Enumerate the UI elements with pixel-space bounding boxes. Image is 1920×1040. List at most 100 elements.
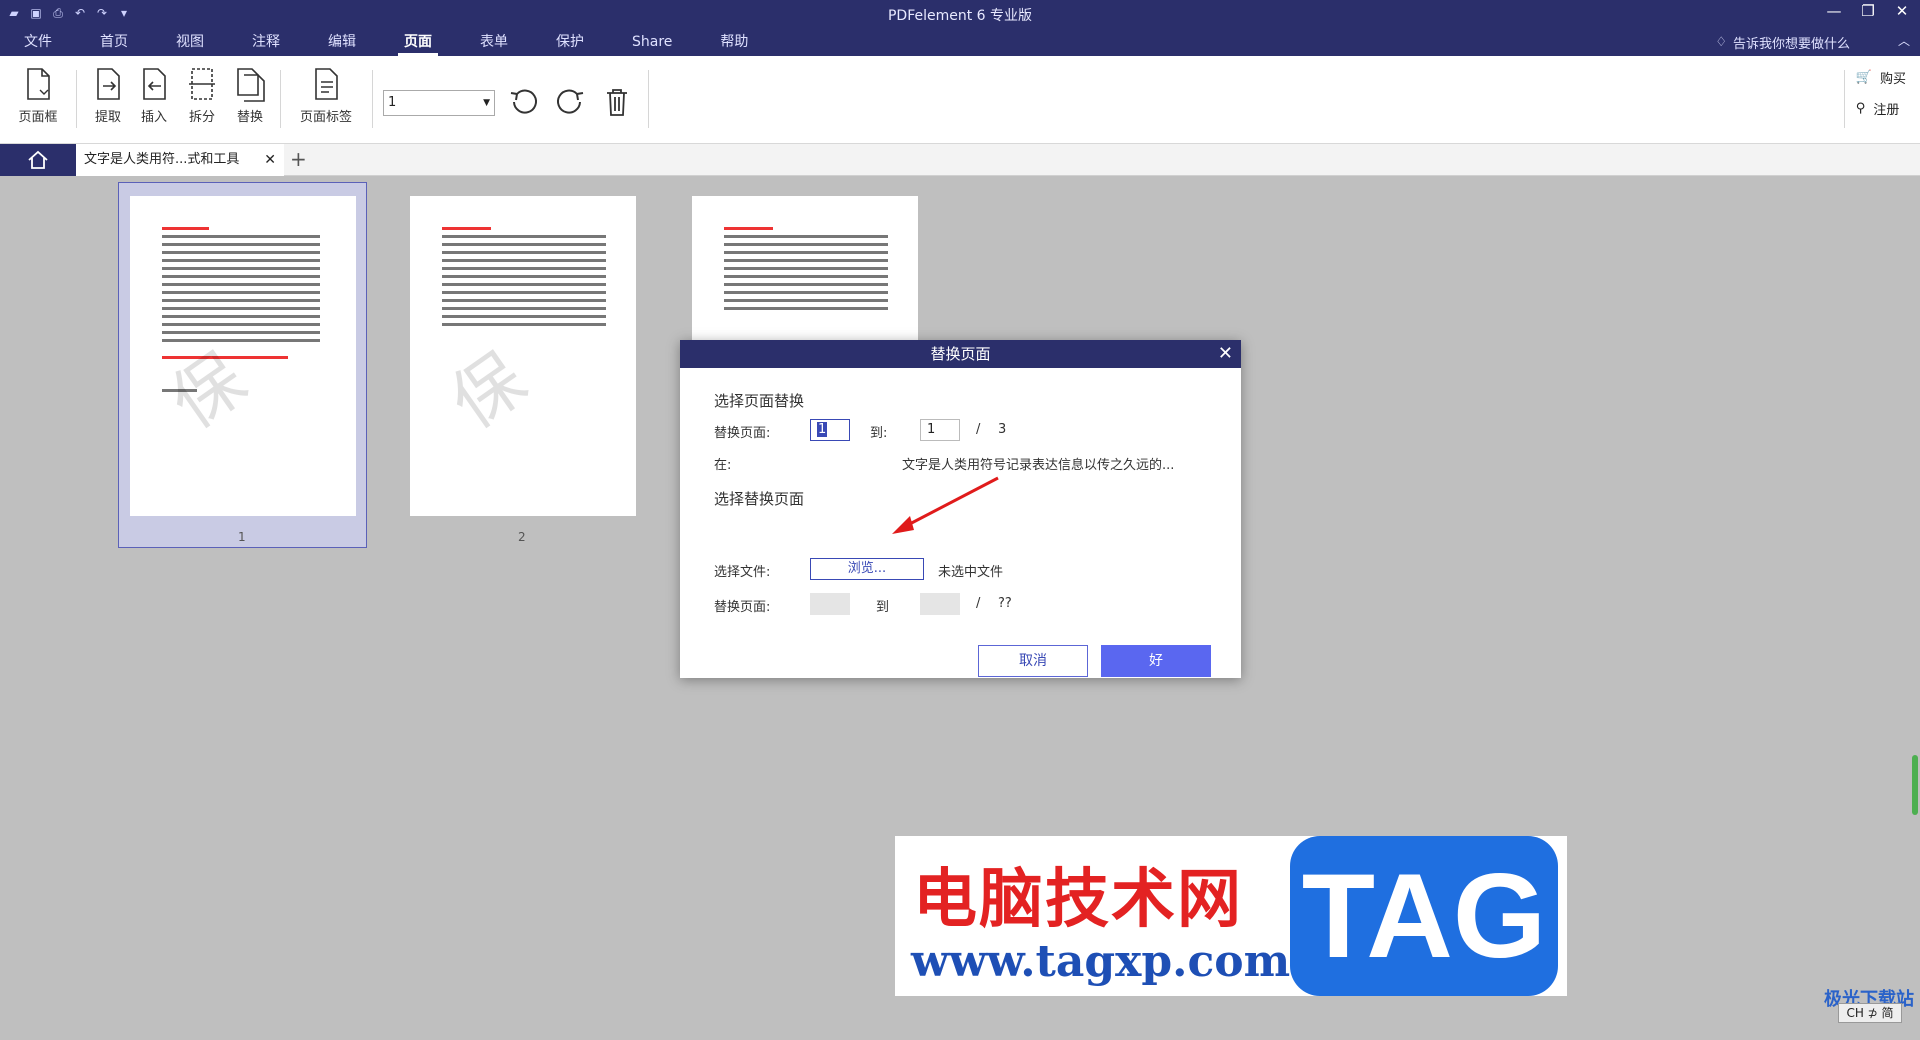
maximize-icon[interactable]: ❐: [1858, 2, 1878, 20]
app-title: PDFelement 6 专业版: [887, 8, 1033, 24]
page-label-label: 页面标签: [299, 110, 352, 125]
extract-label: 提取: [94, 110, 121, 125]
slash-label-2: /: [976, 596, 981, 611]
menu-item-0[interactable]: 文件: [0, 28, 76, 56]
insert-icon: [143, 68, 166, 100]
choose-file-label: 选择文件:: [714, 565, 771, 580]
tell-me-box[interactable]: ♢ 告诉我你想要做什么: [1715, 33, 1850, 52]
document-tab[interactable]: 文字是人类用符...式和工具 ✕: [76, 144, 284, 176]
to-label-2: 到: [876, 600, 890, 615]
page-thumbnail-3[interactable]: [692, 196, 918, 356]
replace-to-input[interactable]: 1: [920, 419, 960, 441]
page-box-icon: [27, 68, 50, 100]
dialog-close-icon[interactable]: ✕: [1218, 340, 1233, 368]
document-tab-strip: 文字是人类用符...式和工具 ✕ +: [0, 144, 1920, 176]
menu-item-8[interactable]: Share: [608, 28, 696, 56]
ribbon-divider: [76, 70, 77, 128]
page-text-lines: [692, 196, 918, 310]
menu-item-2[interactable]: 视图: [152, 28, 228, 56]
page-thumbnail-1[interactable]: 保: [130, 196, 356, 516]
in-label: 在:: [714, 458, 732, 473]
ribbon-divider: [372, 70, 373, 128]
close-tab-icon[interactable]: ✕: [264, 144, 276, 176]
close-icon[interactable]: ✕: [1892, 2, 1912, 20]
menu-item-1[interactable]: 首页: [76, 28, 152, 56]
page-watermark: 保: [435, 337, 541, 445]
rotate-right-icon[interactable]: [553, 85, 587, 119]
page-number-1: 1: [238, 530, 246, 544]
print-icon[interactable]: ⎙: [50, 5, 66, 21]
page-thumbnail-2[interactable]: 保: [410, 196, 636, 516]
cancel-button[interactable]: 取消: [978, 645, 1088, 677]
ribbon-divider: [280, 70, 281, 128]
customize-icon[interactable]: ▾: [116, 5, 132, 21]
document-tab-title: 文字是人类用符...式和工具: [84, 152, 240, 167]
window-controls: — ❐ ✕: [1824, 2, 1912, 20]
buy-label: 购买: [1879, 72, 1906, 87]
cart-icon: 🛒: [1855, 70, 1872, 85]
chevron-down-icon: ▼: [483, 98, 490, 108]
redo-icon[interactable]: ↷: [94, 5, 110, 21]
insert-label: 插入: [140, 110, 167, 125]
replacement-from-input[interactable]: [810, 593, 850, 615]
buy-link[interactable]: 🛒 购买: [1856, 68, 1906, 87]
dialog-title: 替换页面: [930, 345, 991, 363]
annotation-arrow: [892, 476, 999, 534]
register-link[interactable]: ⚲ 注册: [1856, 99, 1906, 118]
page-box-button[interactable]: 页面框: [10, 66, 66, 132]
home-icon: [28, 150, 48, 169]
site-watermark-banner: 电脑技术网 www.tagxp.com TAG: [895, 836, 1567, 996]
replace-from-input[interactable]: 1: [810, 419, 850, 441]
new-tab-icon[interactable]: +: [290, 147, 307, 171]
replace-button[interactable]: 替换: [222, 66, 278, 132]
ribbon-divider: [648, 70, 649, 128]
page-label-icon: [315, 68, 338, 100]
minimize-icon[interactable]: —: [1824, 2, 1844, 20]
select-pages-section-title: 选择页面替换: [714, 392, 805, 410]
app-logo-icon: ▰: [9, 6, 19, 20]
page-text-lines: [410, 196, 636, 326]
banner-tag-logo: TAG: [1290, 836, 1558, 996]
replace-label: 替换: [236, 110, 263, 125]
menu-item-4[interactable]: 编辑: [304, 28, 380, 56]
select-replacement-section-title: 选择替换页面: [714, 490, 805, 508]
menu-item-3[interactable]: 注释: [228, 28, 304, 56]
ok-button[interactable]: 好: [1101, 645, 1211, 677]
to-label: 到:: [870, 426, 888, 441]
ime-indicator[interactable]: CH ⊅ 简: [1838, 1003, 1902, 1023]
banner-chinese-text: 电脑技术网: [913, 863, 1243, 937]
page-number-value: 1: [388, 95, 397, 110]
register-label: 注册: [1873, 103, 1900, 118]
home-tab[interactable]: [0, 144, 76, 176]
account-links: 🛒 购买 ⚲ 注册: [1856, 68, 1906, 130]
dialog-header: 替换页面 ✕: [680, 340, 1241, 368]
page-label-button[interactable]: 页面标签: [296, 66, 356, 132]
replace-pages-label: 替换页面:: [714, 426, 771, 441]
split-label: 拆分: [188, 110, 215, 125]
undo-icon[interactable]: ↶: [72, 5, 88, 21]
key-icon: ⚲: [1855, 101, 1866, 116]
menu-item-9[interactable]: 帮助: [696, 28, 772, 56]
ribbon: 页面框 提取 插入 拆分 替换 页面标签 1 ▼ 🛒 购买 ⚲ 注册: [0, 56, 1920, 144]
menu-item-5[interactable]: 页面: [380, 28, 456, 56]
ribbon-divider: [1844, 70, 1845, 128]
menu-item-6[interactable]: 表单: [456, 28, 532, 56]
scroll-indicator[interactable]: [1912, 755, 1918, 815]
replace-from-value: 1: [817, 422, 828, 437]
replacement-to-input[interactable]: [920, 593, 960, 615]
menu-bar: 文件 首页 视图 注释 编辑 页面 表单 保护 Share 帮助: [0, 28, 772, 56]
page-number-select[interactable]: 1 ▼: [383, 90, 495, 116]
page-box-label: 页面框: [18, 110, 58, 125]
rotate-left-icon[interactable]: [507, 85, 541, 119]
replace-pages-label-2: 替换页面:: [714, 600, 771, 615]
collapse-ribbon-icon[interactable]: ︿: [1898, 32, 1910, 49]
slash-label: /: [976, 422, 981, 437]
delete-icon[interactable]: [600, 85, 634, 119]
lightbulb-icon: ♢: [1715, 35, 1727, 50]
save-icon[interactable]: ▣: [28, 5, 44, 21]
quick-access-toolbar: ▰ ▣ ⎙ ↶ ↷ ▾: [6, 5, 132, 21]
extract-icon: [97, 68, 120, 100]
total-pages: 3: [998, 422, 1007, 437]
browse-button[interactable]: 浏览...: [810, 558, 924, 580]
menu-item-7[interactable]: 保护: [532, 28, 608, 56]
